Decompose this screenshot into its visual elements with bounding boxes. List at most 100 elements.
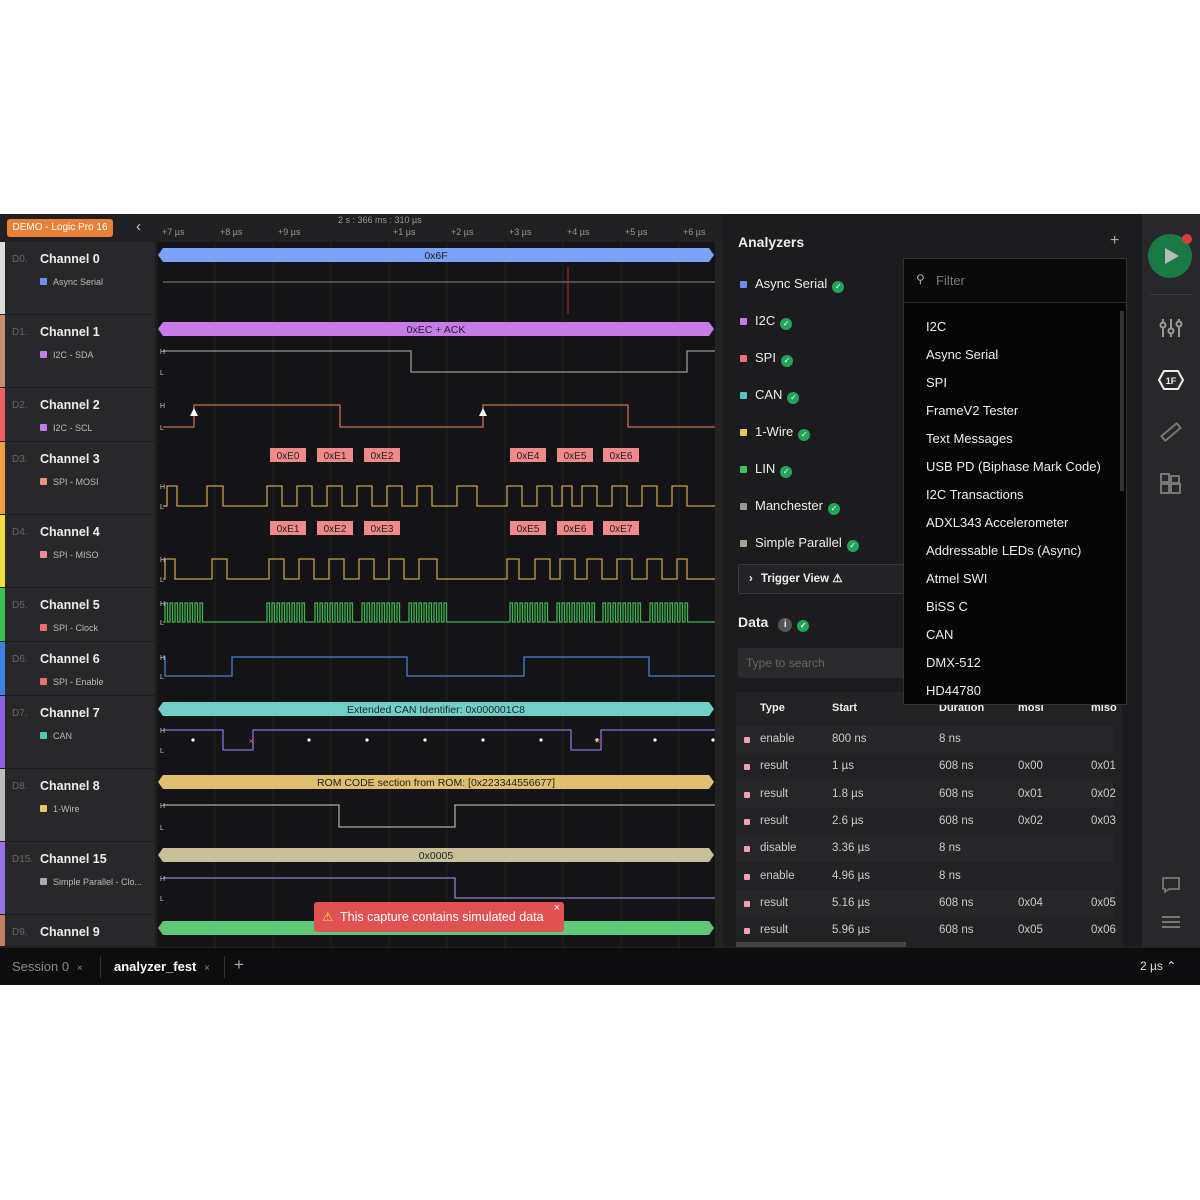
- analyzer-item[interactable]: I2C ✓: [740, 313, 793, 330]
- dropdown-item[interactable]: ADXL343 Accelerometer: [926, 515, 1068, 530]
- tab-analyzer-fest[interactable]: analyzer_fest ×: [114, 959, 210, 974]
- time-center-readout: 2 s : 366 ms : 310 µs: [338, 215, 422, 225]
- channel-row[interactable]: D2. Channel 2 I2C - SCL: [0, 388, 155, 442]
- column-header[interactable]: Type: [760, 702, 785, 714]
- table-row[interactable]: enable 4.96 µs 8 ns: [736, 863, 1114, 890]
- channel-row[interactable]: D1. Channel 1 I2C - SDA: [0, 315, 155, 388]
- dropdown-item[interactable]: FrameV2 Tester: [926, 403, 1018, 418]
- decoded-frame[interactable]: 0x6F: [158, 248, 714, 262]
- channel-name[interactable]: Channel 9: [40, 925, 100, 939]
- table-cell: 0x02: [1091, 787, 1116, 800]
- analyzer-item[interactable]: Simple Parallel ✓: [740, 535, 859, 552]
- column-header[interactable]: Start: [832, 702, 857, 714]
- spi-byte[interactable]: 0xE2: [317, 521, 353, 535]
- channel-name[interactable]: Channel 4: [40, 525, 100, 539]
- sliders-icon[interactable]: [1159, 317, 1183, 339]
- table-row[interactable]: result 1 µs 608 ns 0x00 0x01: [736, 753, 1116, 780]
- spi-byte[interactable]: 0xE2: [364, 448, 400, 462]
- channel-name[interactable]: Channel 1: [40, 325, 100, 339]
- table-row[interactable]: result 2.6 µs 608 ns 0x02 0x03: [736, 808, 1116, 835]
- dropdown-scrollbar[interactable]: [1120, 311, 1124, 491]
- analyzers-1f-icon[interactable]: 1F: [1158, 370, 1184, 390]
- decoded-frame[interactable]: 0x0005: [158, 848, 714, 862]
- waveform-scrollbar[interactable]: [715, 242, 723, 947]
- analyzer-item[interactable]: Async Serial ✓: [740, 276, 845, 293]
- channel-name[interactable]: Channel 0: [40, 252, 100, 266]
- decoded-frame[interactable]: 0xEC + ACK: [158, 322, 714, 336]
- spi-byte-label: 0xE5: [517, 524, 540, 535]
- dropdown-item[interactable]: SPI: [926, 375, 947, 390]
- dropdown-item[interactable]: DMX-512: [926, 655, 981, 670]
- new-tab-button[interactable]: +: [234, 955, 244, 975]
- spi-byte[interactable]: 0xE4: [510, 448, 546, 462]
- decoded-frame[interactable]: Extended CAN Identifier: 0x000001C8: [158, 702, 714, 716]
- dropdown-item[interactable]: CAN: [926, 627, 953, 642]
- dropdown-item[interactable]: I2C: [926, 319, 946, 334]
- dropdown-item[interactable]: BiSS C: [926, 599, 968, 614]
- close-icon[interactable]: ×: [554, 893, 560, 923]
- channel-name[interactable]: Channel 8: [40, 779, 100, 793]
- dropdown-item[interactable]: I2C Transactions: [926, 487, 1024, 502]
- dropdown-item[interactable]: USB PD (Biphase Mark Code): [926, 459, 1101, 474]
- collapse-chevron-icon[interactable]: ‹: [136, 218, 141, 235]
- device-badge[interactable]: DEMO - Logic Pro 16: [7, 219, 113, 237]
- timescale-readout[interactable]: 2 µs ⌃: [1140, 959, 1176, 973]
- analyzer-filter-input[interactable]: [904, 259, 1126, 303]
- channel-row[interactable]: D3. Channel 3 SPI - MOSI: [0, 442, 155, 515]
- can-bit-marker: [539, 738, 543, 742]
- channel-name[interactable]: Channel 5: [40, 598, 100, 612]
- spi-byte[interactable]: 0xE3: [364, 521, 400, 535]
- dropdown-item[interactable]: Addressable LEDs (Async): [926, 543, 1081, 558]
- chat-icon[interactable]: [1161, 876, 1181, 894]
- table-row[interactable]: result 5.96 µs 608 ns 0x05 0x06: [736, 917, 1116, 944]
- spi-byte[interactable]: 0xE5: [510, 521, 546, 535]
- channel-row[interactable]: D6. Channel 6 SPI - Enable: [0, 642, 155, 696]
- channel-row[interactable]: D15. Channel 15 Simple Parallel - Clo...: [0, 842, 155, 915]
- channel-name[interactable]: Channel 2: [40, 398, 100, 412]
- spi-byte[interactable]: 0xE5: [557, 448, 593, 462]
- info-icon[interactable]: i: [778, 618, 793, 632]
- close-icon[interactable]: ×: [77, 963, 83, 974]
- tab-session-0[interactable]: Session 0 ×: [12, 959, 83, 974]
- dropdown-item[interactable]: HD44780: [926, 683, 981, 698]
- table-row[interactable]: enable 800 ns 8 ns: [736, 726, 1114, 753]
- channel-row[interactable]: D7. Channel 7 CAN: [0, 696, 155, 769]
- channel-row[interactable]: D9. Channel 9: [0, 915, 155, 947]
- spi-byte[interactable]: 0xE1: [270, 521, 306, 535]
- trigger-view-toggle[interactable]: › Trigger View ⚠: [738, 564, 908, 594]
- time-ruler[interactable]: DEMO - Logic Pro 16 ‹ 2 s : 366 ms : 310…: [0, 214, 722, 242]
- close-icon[interactable]: ×: [204, 963, 210, 974]
- extensions-icon[interactable]: [1160, 473, 1182, 495]
- table-row[interactable]: disable 3.36 µs 8 ns: [736, 835, 1114, 863]
- waveform-view[interactable]: 0x6F 0xEC + ACK H L H L 0xE0 0xE1 0xE2 0xE4 0xE5 0x…: [157, 242, 715, 947]
- channel-row[interactable]: D5. Channel 5 SPI - Clock: [0, 588, 155, 642]
- analyzer-item[interactable]: CAN ✓: [740, 387, 800, 404]
- decoded-frame[interactable]: ROM CODE section from ROM: [0x2233445566…: [158, 775, 714, 789]
- spi-byte[interactable]: 0xE0: [270, 448, 306, 462]
- table-row[interactable]: result 1.8 µs 608 ns 0x01 0x02: [736, 780, 1116, 808]
- channel-row[interactable]: D8. Channel 8 1-Wire: [0, 769, 155, 842]
- spi-byte[interactable]: 0xE6: [603, 448, 639, 462]
- channel-row[interactable]: D4. Channel 4 SPI - MISO: [0, 515, 155, 588]
- channel-name[interactable]: Channel 6: [40, 652, 100, 666]
- analyzer-item[interactable]: 1-Wire ✓: [740, 424, 811, 441]
- spi-byte[interactable]: 0xE6: [557, 521, 593, 535]
- spi-byte[interactable]: 0xE1: [317, 448, 353, 462]
- table-row[interactable]: result 5.16 µs 608 ns 0x04 0x05: [736, 889, 1116, 917]
- channel-name[interactable]: Channel 7: [40, 706, 100, 720]
- channel-name[interactable]: Channel 15: [40, 852, 107, 866]
- dropdown-item[interactable]: Atmel SWI: [926, 571, 987, 586]
- analyzer-item[interactable]: LIN ✓: [740, 461, 793, 478]
- menu-icon[interactable]: [1161, 914, 1181, 930]
- analyzer-item[interactable]: Manchester ✓: [740, 498, 840, 515]
- measure-ruler-icon[interactable]: [1159, 421, 1183, 443]
- dropdown-item[interactable]: Text Messages: [926, 431, 1013, 446]
- channel-name[interactable]: Channel 3: [40, 452, 100, 466]
- analyzer-item[interactable]: SPI ✓: [740, 350, 793, 367]
- dropdown-item[interactable]: Async Serial: [926, 347, 998, 362]
- spi-byte[interactable]: 0xE7: [603, 521, 639, 535]
- data-search-input[interactable]: [738, 648, 908, 678]
- channel-row[interactable]: D0. Channel 0 Async Serial: [0, 242, 155, 315]
- add-analyzer-button[interactable]: +: [1110, 232, 1119, 250]
- table-cell: 800 ns: [832, 733, 867, 745]
